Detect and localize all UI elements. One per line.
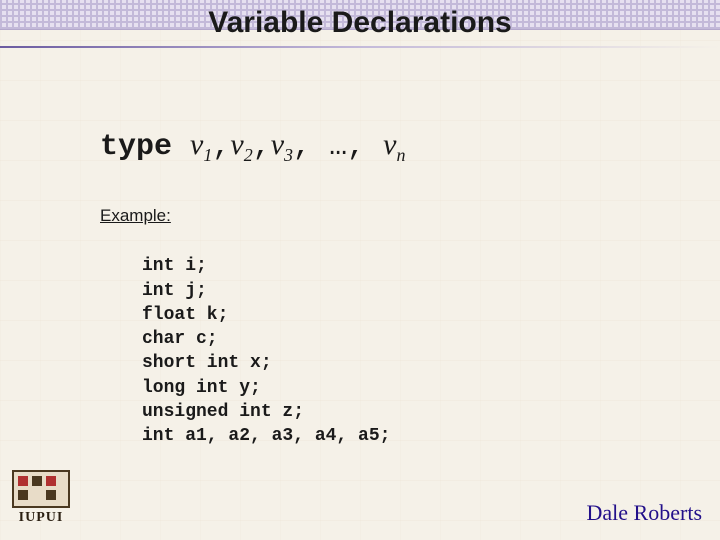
syntax-var-2: v2 (230, 128, 252, 161)
code-line: unsigned int z; (142, 402, 304, 422)
syntax-var-n: vn (383, 128, 405, 161)
code-line: short int x; (142, 353, 272, 373)
page-title: Variable Declarations (0, 6, 720, 52)
example-code: int i; int j; float k; char c; short int… (100, 230, 630, 449)
code-line: int i; (142, 256, 207, 276)
code-line: float k; (142, 305, 228, 325)
syntax-keyword: type (100, 130, 172, 164)
iupui-logo: IUPUI (12, 470, 70, 528)
logo-icon (12, 470, 70, 508)
syntax-var-3: v3 (271, 128, 293, 161)
example-label: Example: (100, 206, 630, 226)
code-line: char c; (142, 329, 218, 349)
slide-content: type v1,v2,v3, …, vn Example: int i; int… (0, 48, 720, 449)
code-line: int j; (142, 281, 207, 301)
syntax-var-1: v1 (190, 128, 212, 161)
author-name: Dale Roberts (587, 500, 702, 526)
syntax-ellipsis: … (329, 130, 347, 164)
logo-text: IUPUI (12, 510, 70, 526)
code-line: long int y; (142, 378, 261, 398)
syntax-line: type v1,v2,v3, …, vn (100, 128, 630, 166)
code-line: int a1, a2, a3, a4, a5; (142, 426, 390, 446)
